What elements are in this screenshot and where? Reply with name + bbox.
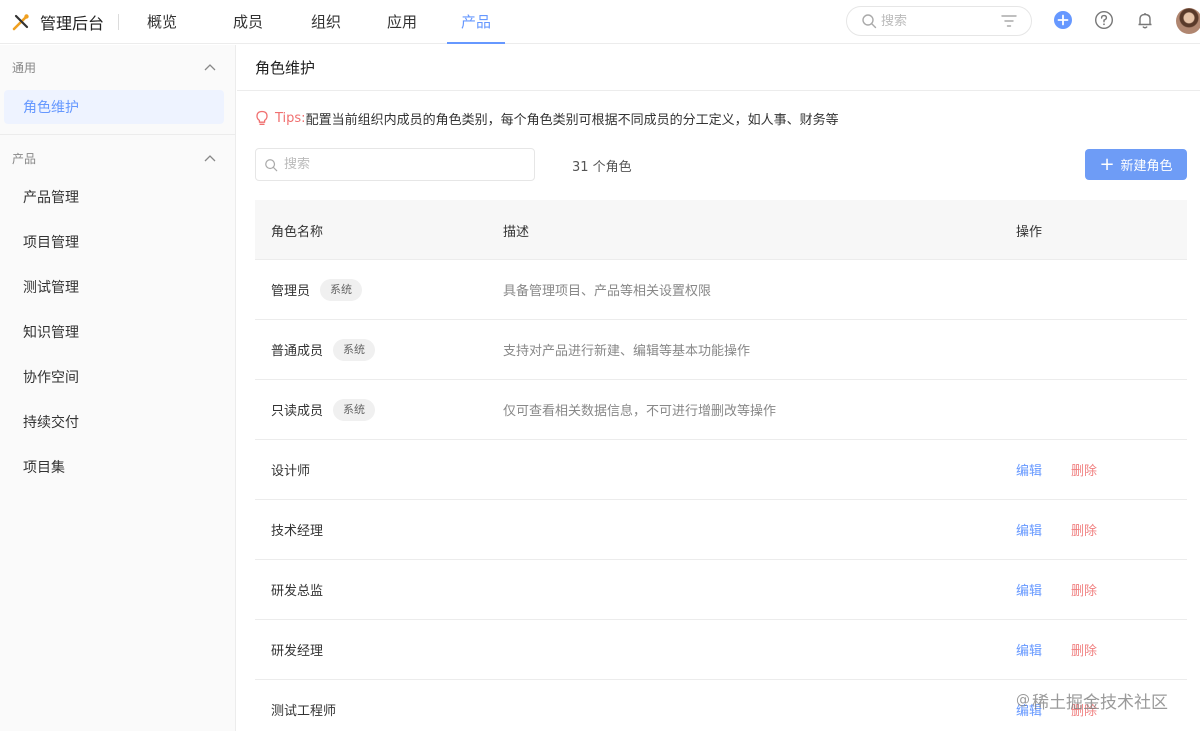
- sidebar-divider: [0, 134, 236, 135]
- tips-label: Tips:: [275, 110, 306, 126]
- role-name: 设计师: [271, 464, 311, 479]
- role-name-cell: 测试工程师: [271, 680, 336, 731]
- nav-products[interactable]: 产品: [447, 0, 506, 44]
- edit-link[interactable]: 编辑: [1016, 500, 1042, 559]
- sidebar-item-project-management[interactable]: 项目管理: [4, 225, 224, 259]
- role-name: 技术经理: [271, 524, 324, 539]
- system-badge: 系统: [320, 278, 363, 301]
- sidebar-item-knowledge-management[interactable]: 知识管理: [4, 315, 224, 349]
- sidebar-item-product-management[interactable]: 产品管理: [4, 180, 224, 214]
- plus-icon: +: [1099, 153, 1115, 175]
- system-badge: 系统: [333, 338, 376, 361]
- new-role-button[interactable]: + 新建角色: [1085, 149, 1187, 180]
- search-icon: [264, 158, 278, 172]
- delete-link[interactable]: 删除: [1071, 620, 1097, 679]
- main-content: 角色维护 Tips: 配置当前组织内成员的角色类别，每个角色类别可根据不同成员的…: [237, 45, 1200, 731]
- app-title: 管理后台: [40, 13, 105, 33]
- help-icon[interactable]: [1094, 10, 1114, 30]
- sidebar-group-general[interactable]: 通用: [0, 57, 236, 77]
- role-name-cell: 设计师: [271, 440, 310, 499]
- sidebar-group-product[interactable]: 产品: [0, 148, 236, 168]
- nav-apps[interactable]: 应用: [369, 0, 435, 44]
- add-circle-icon[interactable]: [1053, 10, 1073, 30]
- role-name: 管理员: [271, 284, 311, 299]
- logo-icon: [10, 11, 32, 33]
- role-name-cell: 管理员 系统: [271, 260, 363, 319]
- nav-organization[interactable]: 组织: [293, 0, 359, 44]
- role-name: 只读成员: [271, 404, 324, 419]
- bell-icon[interactable]: [1135, 10, 1155, 30]
- sidebar-item-continuous-delivery[interactable]: 持续交付: [4, 405, 224, 439]
- nav-members[interactable]: 成员: [215, 0, 281, 44]
- tips: Tips: 配置当前组织内成员的角色类别，每个角色类别可根据不同成员的分工定义，…: [255, 108, 839, 128]
- role-count: 31 个角色: [572, 160, 632, 175]
- sidebar-item-collaboration-space[interactable]: 协作空间: [4, 360, 224, 394]
- role-search-input[interactable]: [284, 157, 514, 172]
- role-name: 普通成员: [271, 344, 324, 359]
- top-search-input[interactable]: [881, 13, 991, 29]
- edit-link[interactable]: 编辑: [1016, 440, 1042, 499]
- roles-table: 角色名称 描述 操作 管理员 系统 具备管理项目、产品等相关设置权限 普通成员 系统 支持…: [255, 200, 1187, 731]
- role-name: 研发总监: [271, 584, 324, 599]
- table-row: 测试工程师 编辑 删除: [255, 680, 1187, 731]
- role-name-cell: 研发经理: [271, 620, 323, 679]
- bulb-icon: [255, 110, 269, 126]
- column-header-actions: 操作: [1016, 224, 1043, 240]
- delete-link[interactable]: 删除: [1071, 440, 1097, 499]
- delete-link[interactable]: 删除: [1071, 560, 1097, 619]
- role-name-cell: 普通成员 系统: [271, 320, 376, 379]
- edit-link[interactable]: 编辑: [1016, 680, 1042, 731]
- sidebar-item-role-maintenance[interactable]: 角色维护: [4, 90, 224, 124]
- edit-link[interactable]: 编辑: [1016, 620, 1042, 679]
- delete-link[interactable]: 删除: [1071, 500, 1097, 559]
- nav-overview[interactable]: 概览: [119, 0, 205, 44]
- role-name-cell: 技术经理: [271, 500, 323, 559]
- chevron-up-icon[interactable]: [204, 63, 216, 71]
- sidebar-item-program[interactable]: 项目集: [4, 450, 224, 484]
- top-search-box[interactable]: [846, 6, 1032, 36]
- top-bar: 管理后台 概览 成员 组织 应用 产品: [0, 0, 1200, 44]
- column-header-description: 描述: [503, 224, 530, 240]
- search-icon: [861, 13, 877, 29]
- chevron-up-icon[interactable]: [204, 154, 216, 162]
- table-row: 研发经理 编辑 删除: [255, 620, 1187, 680]
- role-name-cell: 研发总监: [271, 560, 323, 619]
- filter-icon[interactable]: [1001, 14, 1017, 28]
- page-title: 角色维护: [237, 45, 1200, 91]
- table-row: 研发总监 编辑 删除: [255, 560, 1187, 620]
- column-header-name: 角色名称: [271, 224, 324, 240]
- role-name: 研发经理: [271, 644, 324, 659]
- edit-link[interactable]: 编辑: [1016, 560, 1042, 619]
- sidebar: 通用 角色维护 产品 产品管理 项目管理 测试管理 知识管理 协作空间 持续交付…: [0, 45, 236, 731]
- tips-text: 配置当前组织内成员的角色类别，每个角色类别可根据不同成员的分工定义，如人事、财务…: [305, 112, 839, 128]
- table-row: 只读成员 系统 仅可查看相关数据信息，不可进行增删改等操作: [255, 380, 1187, 440]
- role-description: 具备管理项目、产品等相关设置权限: [503, 284, 712, 299]
- main-nav: 概览 成员 组织 应用 产品: [119, 0, 506, 44]
- table-header: 角色名称 描述 操作: [255, 200, 1187, 260]
- delete-link[interactable]: 删除: [1071, 680, 1097, 731]
- sidebar-item-test-management[interactable]: 测试管理: [4, 270, 224, 304]
- role-description: 支持对产品进行新建、编辑等基本功能操作: [503, 344, 751, 359]
- role-name: 测试工程师: [271, 704, 337, 719]
- table-row: 设计师 编辑 删除: [255, 440, 1187, 500]
- role-name-cell: 只读成员 系统: [271, 380, 376, 439]
- role-description: 仅可查看相关数据信息，不可进行增删改等操作: [503, 404, 777, 419]
- role-search-box[interactable]: [255, 148, 535, 181]
- table-row: 技术经理 编辑 删除: [255, 500, 1187, 560]
- avatar[interactable]: [1176, 8, 1200, 34]
- system-badge: 系统: [333, 398, 376, 421]
- table-row: 普通成员 系统 支持对产品进行新建、编辑等基本功能操作: [255, 320, 1187, 380]
- table-row: 管理员 系统 具备管理项目、产品等相关设置权限: [255, 260, 1187, 320]
